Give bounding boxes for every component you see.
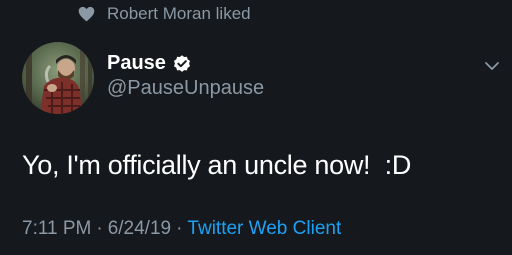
tweet-time[interactable]: 7:11 PM: [22, 218, 91, 240]
heart-icon: [78, 6, 95, 22]
social-context-text[interactable]: Robert Moran liked: [107, 4, 251, 24]
tweet-card[interactable]: Robert Moran liked Pause @PauseUnpause Y…: [0, 0, 512, 255]
client-link[interactable]: Twitter Web Client: [187, 218, 341, 240]
chevron-down-icon[interactable]: [484, 58, 500, 74]
author-handle[interactable]: @PauseUnpause: [107, 77, 264, 100]
verified-icon: [173, 54, 190, 72]
tweet-text: Yo, I'm officially an uncle now! :D: [22, 150, 412, 180]
display-name[interactable]: Pause: [107, 52, 166, 75]
avatar[interactable]: [22, 42, 94, 114]
social-context: Robert Moran liked: [78, 3, 251, 25]
tweet-meta: 7:11 PM · 6/24/19 · Twitter Web Client: [22, 218, 341, 240]
tweet-date[interactable]: 6/24/19: [108, 218, 171, 240]
meta-separator: ·: [96, 218, 103, 239]
meta-separator: ·: [176, 218, 183, 239]
author-name-row[interactable]: Pause: [107, 52, 192, 75]
